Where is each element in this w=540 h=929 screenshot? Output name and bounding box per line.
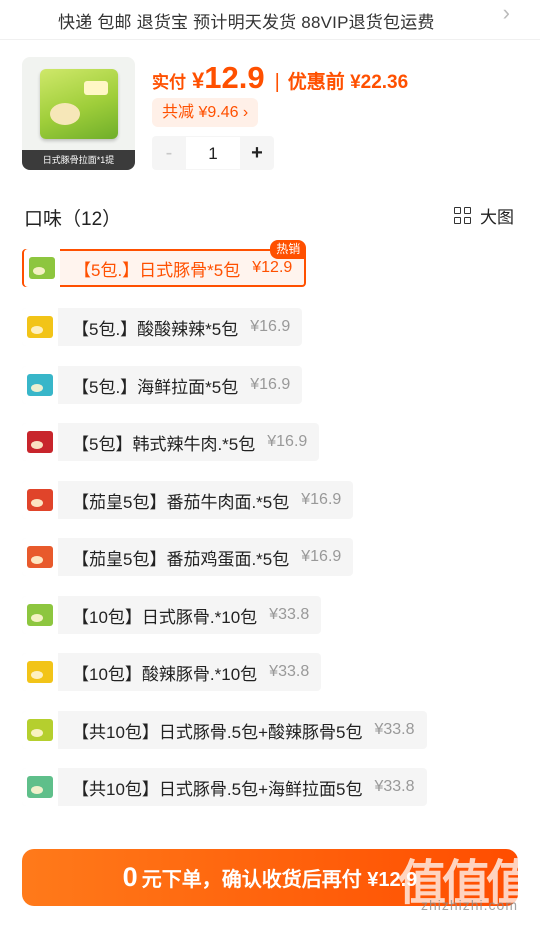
flavor-thumbnail (22, 653, 58, 691)
original-price: 优惠前 ¥22.36 (287, 72, 409, 93)
flavor-name: 【茄皇5包】番茄牛肉面.*5包 (72, 492, 290, 512)
flavor-package-image (27, 604, 53, 626)
flavor-price: ¥33.8 (269, 606, 310, 623)
flavor-option[interactable]: 【5包.】日式豚骨*5包 ¥12.9 热销 (22, 240, 307, 287)
flavor-thumbnail (22, 538, 58, 576)
flavor-option[interactable]: 【10包】酸辣豚骨.*10包 ¥33.8 (22, 653, 322, 691)
flavor-name: 【共10包】日式豚骨.5包+酸辣豚骨5包 (72, 722, 363, 742)
big-view-toggle[interactable]: 大图 (454, 203, 514, 228)
big-view-label: 大图 (480, 208, 514, 227)
flavor-price: ¥33.8 (269, 663, 310, 680)
currency-symbol: ¥ (192, 68, 205, 93)
hot-sale-badge: 热销 (270, 240, 307, 259)
flavor-package-image (27, 661, 53, 683)
noodle-package-image (40, 69, 118, 139)
flavor-thumbnail (22, 366, 58, 404)
flavor-section-title: 口味（12） (24, 209, 122, 230)
flavor-name: 【5包.】日式豚骨*5包 (74, 260, 241, 280)
flavor-name: 【10包】酸辣豚骨.*10包 (72, 664, 258, 684)
flavor-package-image (27, 431, 53, 453)
flavor-name: 【共10包】日式豚骨.5包+海鲜拉面5包 (72, 779, 363, 799)
cta-zero: 0 (122, 862, 138, 892)
flavor-package-image (27, 546, 53, 568)
flavor-option[interactable]: 【共10包】日式豚骨.5包+酸辣豚骨5包 ¥33.8 (22, 711, 427, 749)
flavor-package-image (27, 776, 53, 798)
flavor-name: 【5包.】海鲜拉面*5包 (72, 377, 239, 397)
flavor-option[interactable]: 【茄皇5包】番茄鸡蛋面.*5包 ¥16.9 (22, 538, 354, 576)
flavor-option[interactable]: 【5包】韩式辣牛肉.*5包 ¥16.9 (22, 423, 320, 461)
flavor-package-image (27, 316, 53, 338)
flavor-price: ¥12.9 (252, 259, 293, 276)
chevron-right-icon[interactable]: › (503, 0, 510, 26)
flavor-price: ¥33.8 (374, 721, 415, 738)
flavor-package-image (27, 374, 53, 396)
flavor-price: ¥16.9 (267, 433, 308, 450)
flavor-thumbnail (22, 423, 58, 461)
flavor-name: 【茄皇5包】番茄鸡蛋面.*5包 (72, 549, 290, 569)
flavor-name: 【10包】日式豚骨.*10包 (72, 607, 258, 627)
product-image-caption: 日式豚骨拉面*1提 (22, 150, 135, 170)
flavor-thumbnail (22, 596, 58, 634)
flavor-price: ¥33.8 (374, 778, 415, 795)
flavor-price: ¥16.9 (250, 376, 291, 393)
watermark-url: zhizhizhi.com (420, 897, 518, 913)
flavor-option[interactable]: 【5包.】酸酸辣辣*5包 ¥16.9 (22, 308, 303, 346)
flavor-package-image (29, 257, 55, 279)
watermark-logo: 值值值 zhizhizhi.com (390, 843, 534, 913)
flavor-thumbnail (22, 481, 58, 519)
grid-view-icon (454, 206, 472, 225)
quantity-stepper: - 1 + (152, 136, 278, 170)
flavor-thumbnail (22, 711, 58, 749)
pay-label: 实付 (152, 73, 186, 92)
quantity-value[interactable]: 1 (186, 136, 240, 170)
service-tags: 快递 包邮 退货宝 预计明天发货 88VIP退货包运费 (58, 13, 435, 32)
flavor-option[interactable]: 【5包.】海鲜拉面*5包 ¥16.9 (22, 366, 303, 404)
flavor-price: ¥16.9 (250, 318, 291, 335)
flavor-name: 【5包.】酸酸辣辣*5包 (72, 319, 239, 339)
price-row: 实付 ¥ 12.9 | 优惠前 ¥22.36 (152, 60, 408, 96)
flavor-thumbnail (22, 308, 58, 346)
price-divider: | (274, 71, 280, 93)
pay-price: 12.9 (204, 60, 265, 95)
flavor-package-image (27, 719, 53, 741)
flavor-thumbnail (22, 768, 58, 806)
flavor-price: ¥16.9 (301, 548, 342, 565)
flavor-option[interactable]: 【茄皇5包】番茄牛肉面.*5包 ¥16.9 (22, 481, 354, 519)
flavor-package-image (27, 489, 53, 511)
flavor-thumbnail (24, 249, 60, 287)
increase-button[interactable]: + (240, 136, 274, 170)
discount-detail-button[interactable]: 共减 ¥9.46 › (152, 98, 259, 127)
flavor-name: 【5包】韩式辣牛肉.*5包 (72, 434, 256, 454)
flavor-option[interactable]: 【共10包】日式豚骨.5包+海鲜拉面5包 ¥33.8 (22, 768, 427, 806)
cta-text: 元下单，确认收货后再付 ¥12.9 (141, 869, 418, 891)
service-bar[interactable]: 快递 包邮 退货宝 预计明天发货 88VIP退货包运费 › (0, 0, 540, 40)
decrease-button[interactable]: - (152, 136, 186, 170)
product-thumbnail[interactable]: 日式豚骨拉面*1提 (22, 57, 135, 170)
flavor-option[interactable]: 【10包】日式豚骨.*10包 ¥33.8 (22, 596, 322, 634)
flavor-price: ¥16.9 (301, 491, 342, 508)
